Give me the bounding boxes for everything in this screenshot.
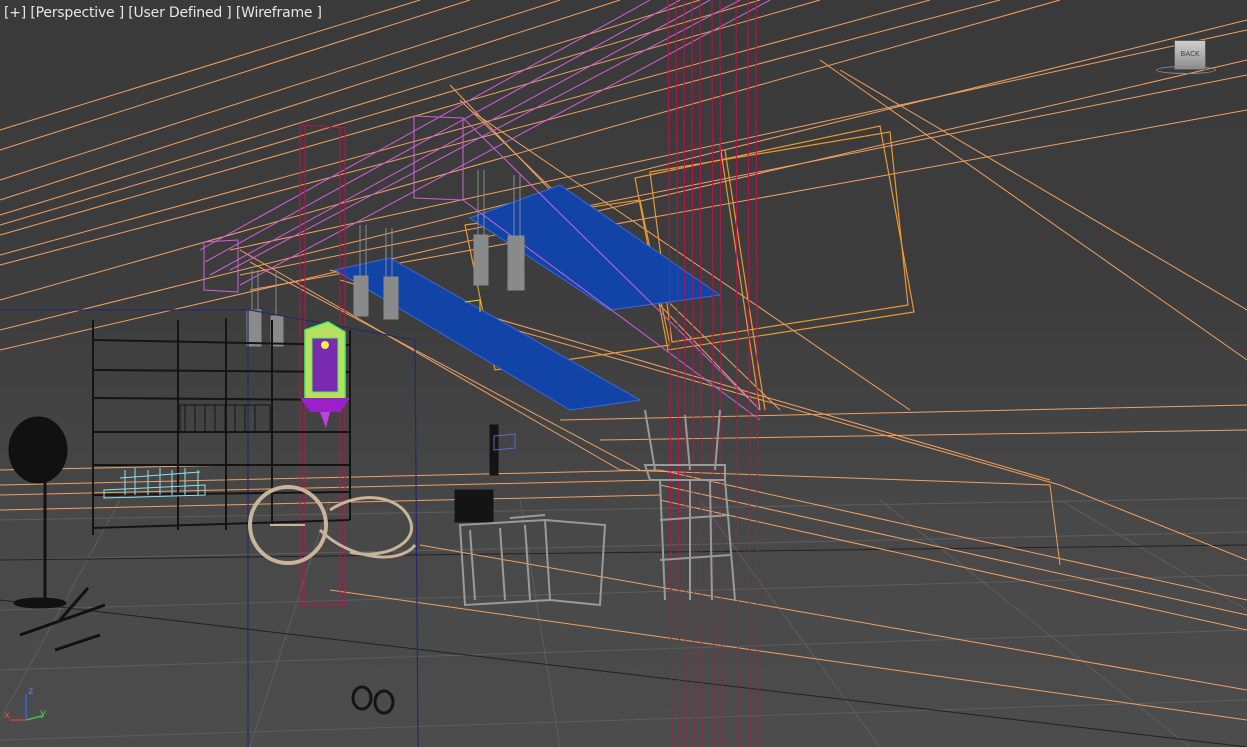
viewport-general-menu[interactable]: [+] <box>4 5 26 21</box>
wireframe-scene[interactable] <box>0 0 1247 747</box>
axis-y-label: y <box>40 708 46 719</box>
viewport[interactable]: [+] [Perspective ] [User Defined ] [Wire… <box>0 0 1247 747</box>
wall-lamp <box>300 321 350 428</box>
selection-bounding-box <box>0 309 419 747</box>
wheel-objects <box>248 485 417 565</box>
viewport-label-menu: [+] [Perspective ] [User Defined ] [Wire… <box>4 5 322 21</box>
roof-wireframe <box>0 0 1247 721</box>
ground-grid <box>0 497 1247 747</box>
viewcube[interactable]: BACK <box>1156 36 1216 76</box>
small-object <box>351 685 395 715</box>
viewport-camera-menu[interactable]: [User Defined ] <box>128 5 232 21</box>
viewcube-face-label: BACK <box>1180 50 1200 58</box>
viewcube-compass-ring[interactable] <box>1156 66 1216 74</box>
viewport-point-of-view-menu[interactable]: [Perspective ] <box>30 5 124 21</box>
axis-tripod-icon: x y z <box>4 686 50 726</box>
axis-x-label: x <box>4 710 10 721</box>
axis-z-label: z <box>28 686 34 697</box>
viewport-shading-menu[interactable]: [Wireframe ] <box>236 5 322 21</box>
